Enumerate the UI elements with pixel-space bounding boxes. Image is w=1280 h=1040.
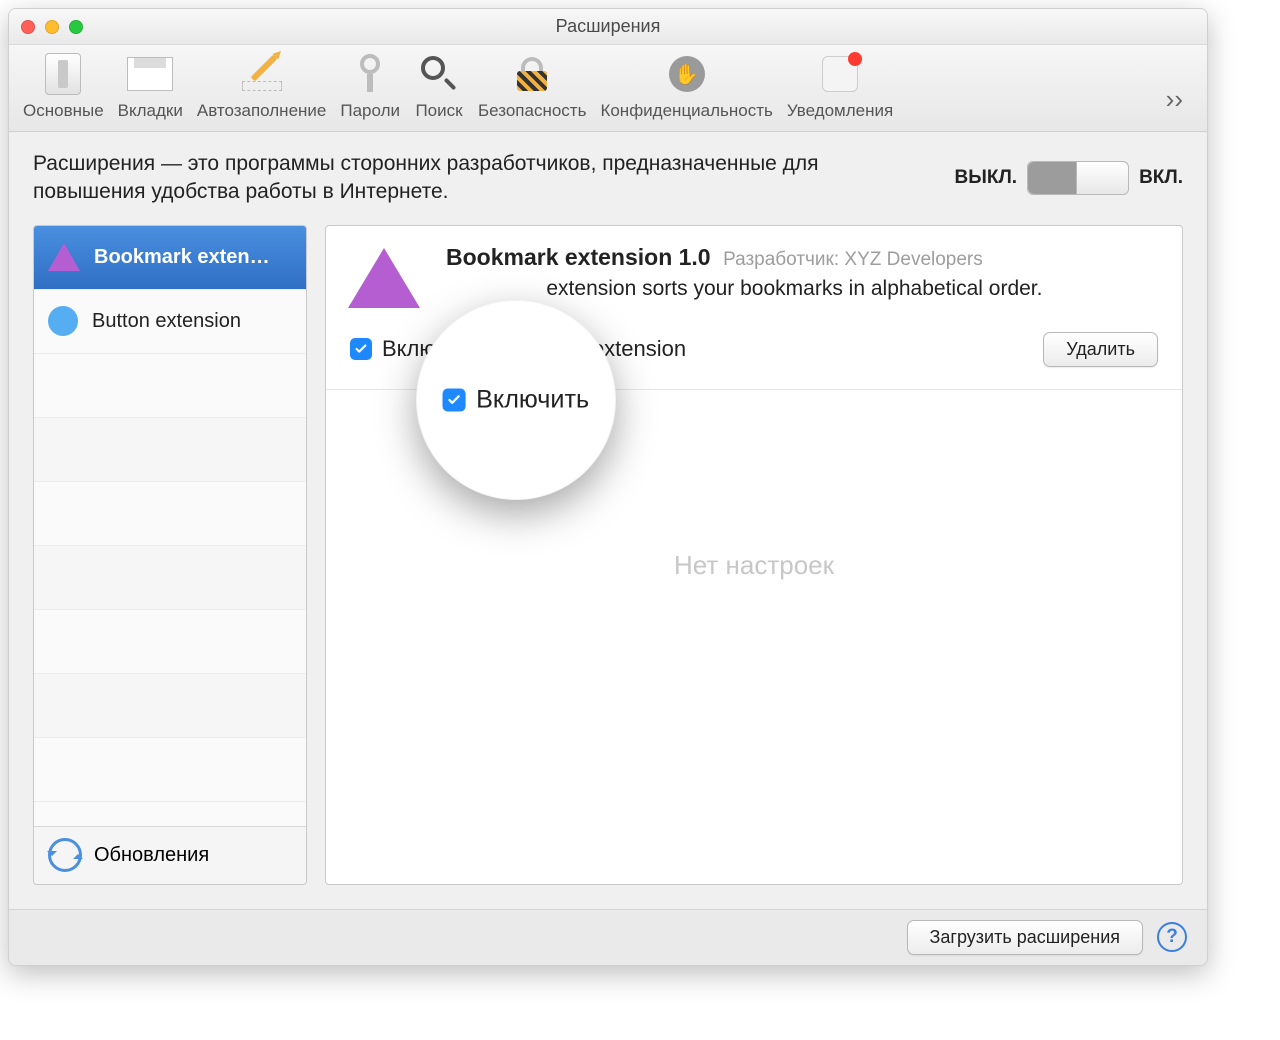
extension-description: Bookmark extension sorts your bookmarks … <box>446 277 1160 301</box>
sidebar-item-label: Bookmark exten… <box>94 246 270 269</box>
enable-extension-checkbox[interactable] <box>350 338 372 360</box>
toolbar-label: Основные <box>23 101 104 121</box>
toolbar-label: Безопасность <box>478 101 586 121</box>
extension-circle-icon <box>48 306 78 336</box>
description-bar: Расширения — это программы сторонних раз… <box>33 150 1183 207</box>
enable-extension-label: Включить Bookmark extension <box>382 336 1033 362</box>
titlebar: Расширения <box>9 9 1207 45</box>
toolbar-label: Вкладки <box>118 101 183 121</box>
no-settings-label: Нет настроек <box>326 550 1182 581</box>
toolbar-search[interactable]: Поиск <box>414 51 464 121</box>
tabs-icon <box>127 57 173 91</box>
toolbar: Основные Вкладки Автозаполнение Пароли П… <box>9 45 1207 132</box>
toolbar-label: Поиск <box>415 101 462 121</box>
toolbar-notifications[interactable]: Уведомления <box>787 51 893 121</box>
general-icon <box>45 53 81 95</box>
key-icon <box>357 54 383 94</box>
delete-extension-button[interactable]: Удалить <box>1043 332 1158 367</box>
sidebar-item-button[interactable]: Button extension <box>34 290 306 354</box>
toolbar-label: Конфиденциальность <box>600 101 772 121</box>
extension-detail-panel: Bookmark extension 1.0 Разработчик: XYZ … <box>325 225 1183 885</box>
sidebar-item-bookmark[interactable]: Bookmark exten… <box>34 226 306 290</box>
autofill-icon <box>240 55 284 93</box>
toolbar-label: Пароли <box>340 101 400 121</box>
toolbar-label: Автозаполнение <box>197 101 327 121</box>
toolbar-autofill[interactable]: Автозаполнение <box>197 51 327 121</box>
extensions-master-toggle[interactable] <box>1027 161 1129 195</box>
sidebar-footer-label: Обновления <box>94 844 209 867</box>
notification-icon <box>822 56 858 92</box>
download-extensions-button[interactable]: Загрузить расширения <box>907 920 1143 955</box>
toolbar-tabs[interactable]: Вкладки <box>118 51 183 121</box>
hand-icon: ✋ <box>669 56 705 92</box>
toggle-off-label: ВЫКЛ. <box>955 167 1018 189</box>
bottom-bar: Загрузить расширения ? <box>9 909 1207 965</box>
lock-icon <box>515 57 549 91</box>
sidebar-updates[interactable]: Обновления <box>34 826 306 884</box>
master-toggle-wrap: ВЫКЛ. ВКЛ. <box>955 161 1183 195</box>
toolbar-security[interactable]: Безопасность <box>478 51 586 121</box>
extensions-sidebar: Bookmark exten… Button extension Обновле… <box>33 225 307 885</box>
updates-icon <box>48 838 82 872</box>
sidebar-item-label: Button extension <box>92 310 241 333</box>
preferences-window: Расширения Основные Вкладки Автозаполнен… <box>8 8 1208 966</box>
extensions-description: Расширения — это программы сторонних раз… <box>33 150 937 207</box>
help-button[interactable]: ? <box>1157 922 1187 952</box>
extension-triangle-icon <box>48 243 80 271</box>
toolbar-label: Уведомления <box>787 101 893 121</box>
search-icon <box>421 56 457 92</box>
check-icon <box>354 342 368 356</box>
toolbar-overflow-button[interactable]: ›› <box>1156 78 1193 121</box>
toolbar-general[interactable]: Основные <box>23 51 104 121</box>
extension-icon <box>348 244 428 314</box>
content-area: Расширения — это программы сторонних раз… <box>9 132 1207 909</box>
toolbar-privacy[interactable]: ✋ Конфиденциальность <box>600 51 772 121</box>
toolbar-passwords[interactable]: Пароли <box>340 51 400 121</box>
extension-title: Bookmark extension 1.0 <box>446 244 711 270</box>
window-title: Расширения <box>9 16 1207 37</box>
toggle-on-label: ВКЛ. <box>1139 167 1183 189</box>
extension-developer: Разработчик: XYZ Developers <box>723 249 983 270</box>
